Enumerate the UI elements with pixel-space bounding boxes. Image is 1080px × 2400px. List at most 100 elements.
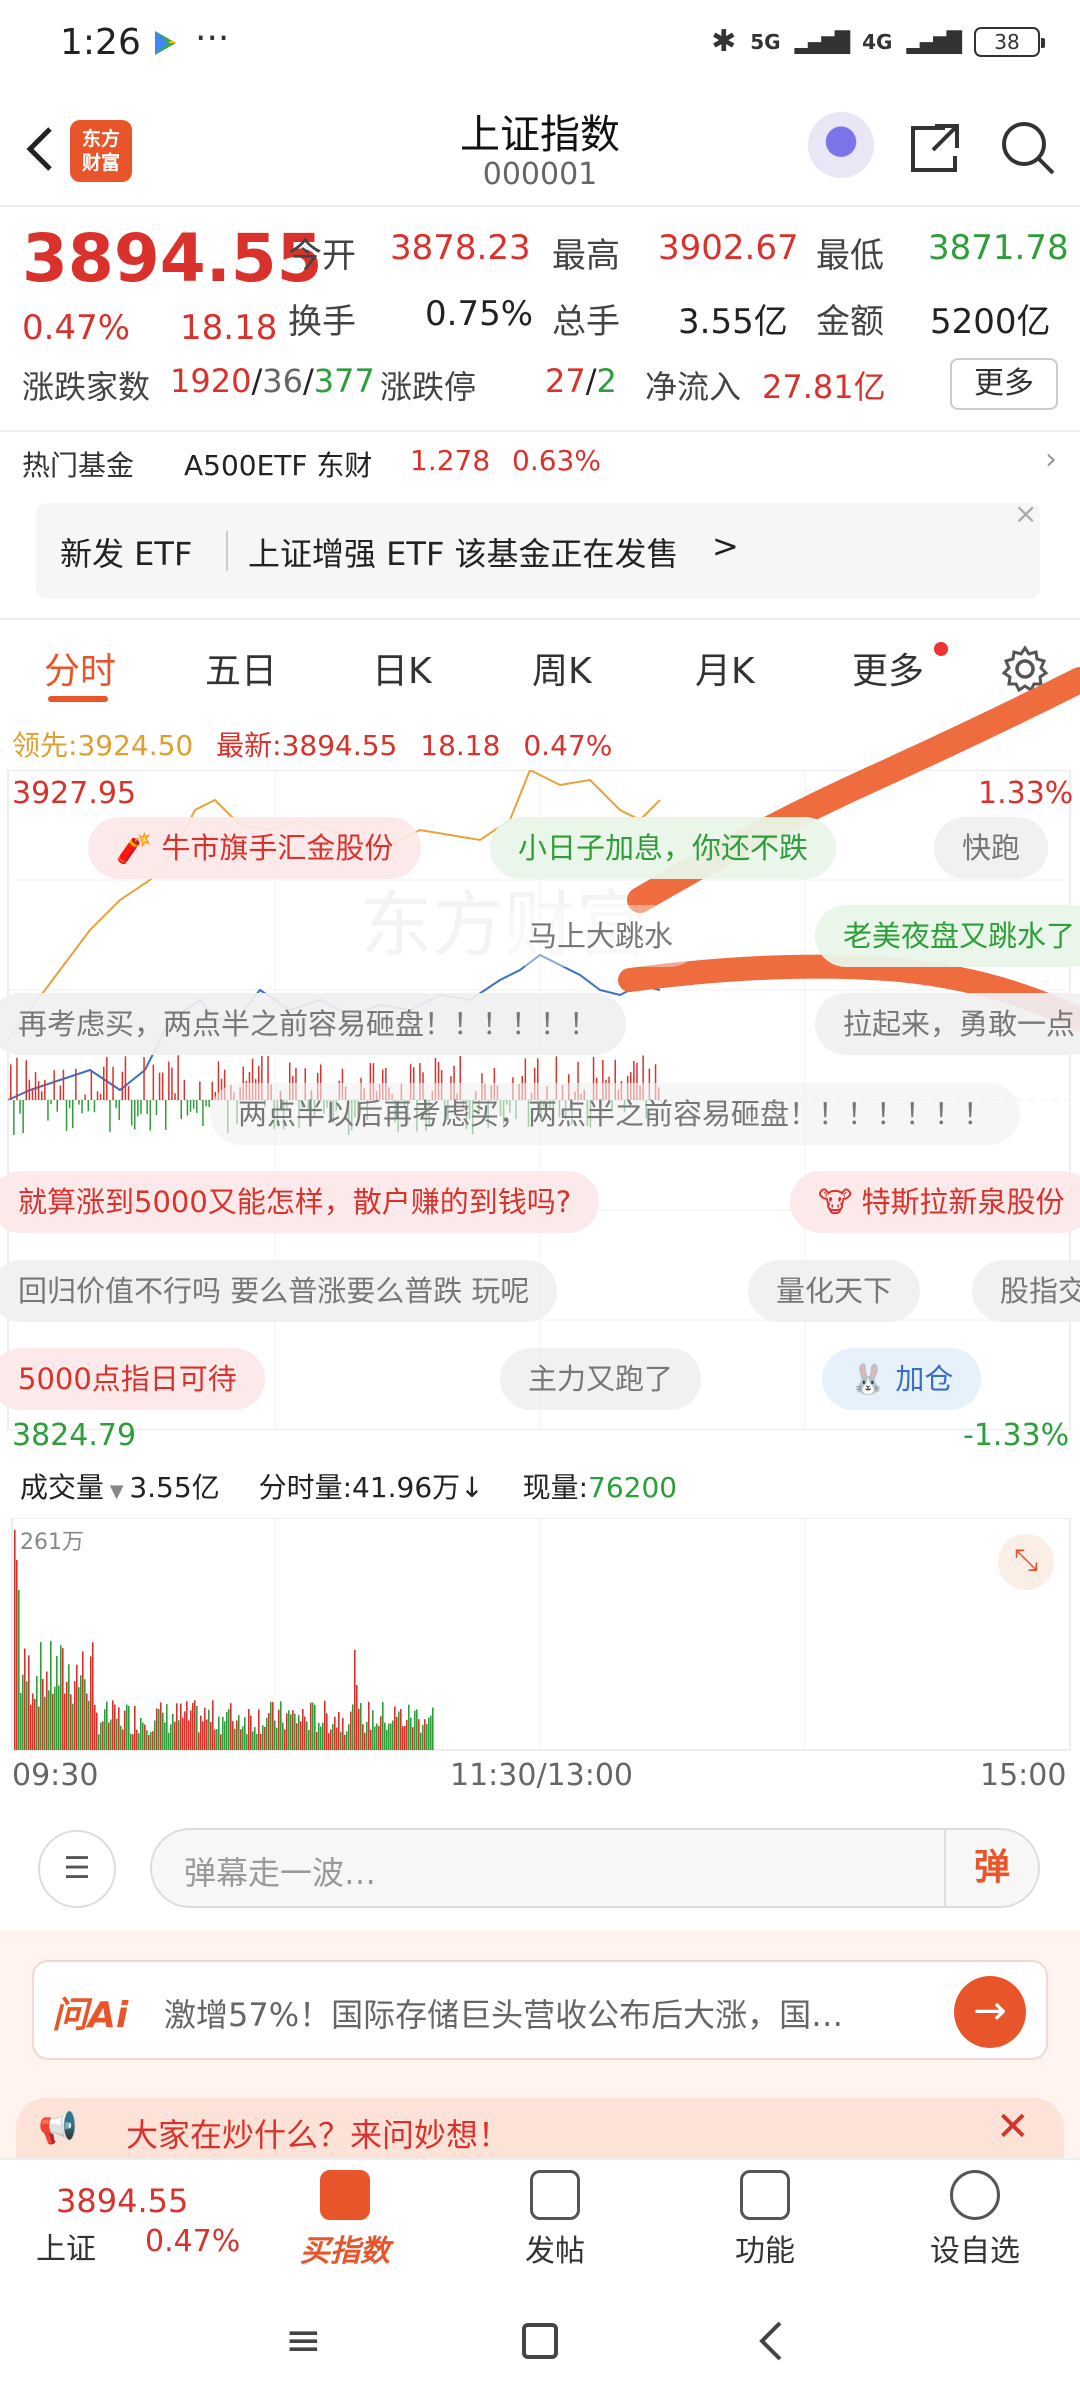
volume-bar bbox=[174, 1721, 176, 1750]
bullet-3[interactable]: 快跑 bbox=[934, 817, 1049, 879]
bullet-15[interactable]: 主力又跑了 bbox=[500, 1348, 702, 1410]
promo-text: 大家在炒什么？来问妙想！ bbox=[126, 2116, 511, 2154]
volume-bar bbox=[268, 1713, 270, 1750]
post-button[interactable]: 发帖 bbox=[480, 2170, 630, 2270]
volume-bar bbox=[218, 1716, 220, 1750]
menu-icon[interactable]: ≡ bbox=[285, 2315, 322, 2366]
volume-bar bbox=[416, 1709, 418, 1750]
firecracker-icon: 🧨 bbox=[116, 831, 162, 865]
share-icon[interactable] bbox=[905, 118, 965, 178]
bottom-price: 3894.55 bbox=[56, 2182, 189, 2220]
volume-bar bbox=[62, 1648, 64, 1750]
bullet-5[interactable]: 老美夜盘又跳水了 bbox=[815, 905, 1080, 967]
volume-bar bbox=[258, 1709, 260, 1750]
volume-bar bbox=[54, 1686, 56, 1750]
volume-bar bbox=[242, 1726, 244, 1750]
volume-bar bbox=[160, 1702, 162, 1750]
add-watchlist-button[interactable]: 设自选 bbox=[900, 2170, 1050, 2270]
volume-bar bbox=[190, 1710, 192, 1750]
volume-bar bbox=[430, 1715, 432, 1750]
bullet-10[interactable]: 🐮 特斯拉新泉股份 bbox=[790, 1171, 1080, 1233]
volume-bar bbox=[358, 1708, 360, 1750]
volume-bar bbox=[14, 1530, 16, 1750]
volume-bar bbox=[400, 1709, 402, 1750]
hot-fund-label: 热门基金 bbox=[22, 449, 135, 482]
system-back-icon[interactable] bbox=[756, 2319, 786, 2363]
volume-bar bbox=[146, 1730, 148, 1750]
bullet-4[interactable]: 马上大跳水 bbox=[500, 905, 702, 967]
ask-ai-card[interactable]: 问Ai 激增57%！国际存储巨头营收公布后大涨，国… → bbox=[32, 1960, 1048, 2060]
low-value: 3871.78 bbox=[928, 228, 1069, 268]
open-value: 3878.23 bbox=[390, 228, 531, 268]
danmaku-input[interactable]: 弹幕走一波… 弹 bbox=[150, 1828, 1040, 1908]
etf-text: 上证增强 ETF 该基金正在发售 bbox=[248, 535, 679, 573]
low-label: 最低 bbox=[816, 236, 884, 276]
promo-banner[interactable]: 📢 大家在炒什么？来问妙想！ ✕ bbox=[16, 2098, 1064, 2160]
divider bbox=[226, 531, 228, 571]
buy-index-button[interactable]: 买指数 bbox=[270, 2170, 420, 2270]
volume-bar bbox=[78, 1687, 80, 1750]
volume-legend[interactable]: 成交量 ▼ 3.55亿 分时量:41.96万↓ 现量:76200 bbox=[20, 1466, 677, 1506]
close-icon[interactable]: × bbox=[1014, 497, 1037, 530]
hot-fund-row[interactable]: 热门基金 A500ETF 东财 1.278 0.63% › bbox=[0, 430, 1080, 492]
promo-close-icon[interactable]: ✕ bbox=[996, 2104, 1030, 2150]
volume-bar bbox=[244, 1717, 246, 1750]
volume-bar bbox=[104, 1709, 106, 1750]
volume-bar bbox=[66, 1681, 68, 1750]
volume-bar bbox=[288, 1710, 290, 1750]
volume-bar bbox=[144, 1724, 146, 1750]
volume-bar bbox=[84, 1679, 86, 1750]
assistant-avatar-icon[interactable] bbox=[808, 112, 874, 178]
home-icon[interactable] bbox=[522, 2323, 558, 2359]
volume-bar bbox=[322, 1722, 324, 1750]
more-button[interactable]: 更多 bbox=[950, 358, 1058, 410]
volume-bar bbox=[134, 1705, 136, 1750]
volume-bar bbox=[188, 1720, 190, 1750]
volume-bar bbox=[48, 1690, 50, 1750]
bullet-16[interactable]: 🐰 加仓 bbox=[822, 1348, 982, 1410]
functions-button[interactable]: 功能 bbox=[690, 2170, 840, 2270]
status-time: 1:26 bbox=[60, 22, 141, 63]
high-label: 最高 bbox=[552, 236, 620, 276]
system-nav: ≡ bbox=[0, 2275, 1080, 2400]
volume-bar bbox=[362, 1724, 364, 1750]
bullet-6[interactable]: 再考虑买，两点半之前容易砸盘！！！！！！ bbox=[0, 993, 627, 1055]
search-icon[interactable] bbox=[998, 118, 1058, 178]
volume-bar bbox=[170, 1724, 172, 1750]
volume-bar bbox=[138, 1733, 140, 1750]
turnover-label: 换手 bbox=[288, 302, 356, 342]
quote-panel: 3894.55 0.47% 18.18 今开 3878.23 最高 3902.6… bbox=[0, 210, 1080, 425]
danmaku-send-button[interactable]: 弹 bbox=[944, 1830, 1038, 1906]
intraday-chart[interactable]: 领先:3924.50 最新:3894.55 18.18 0.47% 东方财富 3… bbox=[0, 667, 1080, 1470]
bullet-14[interactable]: 5000点指日可待 bbox=[0, 1348, 265, 1410]
volume-bar bbox=[272, 1701, 274, 1750]
volume-bar bbox=[70, 1694, 72, 1750]
volume-bar bbox=[76, 1664, 78, 1750]
limit-counts: 27/2 bbox=[545, 362, 617, 400]
arrow-right-icon[interactable]: → bbox=[954, 1976, 1026, 2048]
bullet-7[interactable]: 拉起来，勇敢一点 bbox=[815, 993, 1080, 1055]
bullet-12[interactable]: 量化天下 bbox=[748, 1260, 921, 1322]
volume-bar bbox=[410, 1717, 412, 1750]
volume-bar bbox=[184, 1711, 186, 1750]
volume-value: 3.55亿 bbox=[678, 302, 788, 342]
volume-bar bbox=[312, 1702, 314, 1750]
volume-bar bbox=[290, 1714, 292, 1750]
bullet-1[interactable]: 🧨 牛市旗手汇金股份 bbox=[88, 817, 422, 879]
bullet-9[interactable]: 就算涨到5000又能怎样，散户赚的到钱吗? bbox=[0, 1171, 600, 1233]
volume-bar bbox=[266, 1717, 268, 1750]
volume-bar bbox=[192, 1702, 194, 1750]
volume-bar bbox=[406, 1719, 408, 1750]
bullet-13[interactable]: 股指交 bbox=[972, 1260, 1080, 1322]
more-notifications-icon: ··· bbox=[195, 18, 230, 59]
bullet-2[interactable]: 小日子加息，你还不跌 bbox=[490, 817, 837, 879]
volume-bar bbox=[366, 1722, 368, 1750]
volume-bar bbox=[270, 1701, 272, 1750]
bullet-11[interactable]: 回归价值不行吗 要么普涨要么普跌 玩呢 bbox=[0, 1260, 558, 1322]
status-right: ✱ 5G ▂▄▆█ 4G ▂▄▆█ 38 bbox=[711, 24, 1045, 59]
expand-icon[interactable]: ⤡ bbox=[998, 1534, 1054, 1590]
danmaku-settings-icon[interactable]: ☰ bbox=[38, 1830, 116, 1908]
bullet-8[interactable]: 两点半以后再考虑买，两点半之前容易砸盘！！！！！！！ bbox=[210, 1083, 1021, 1145]
volume-bar bbox=[86, 1693, 88, 1750]
volume-bar bbox=[80, 1675, 82, 1750]
